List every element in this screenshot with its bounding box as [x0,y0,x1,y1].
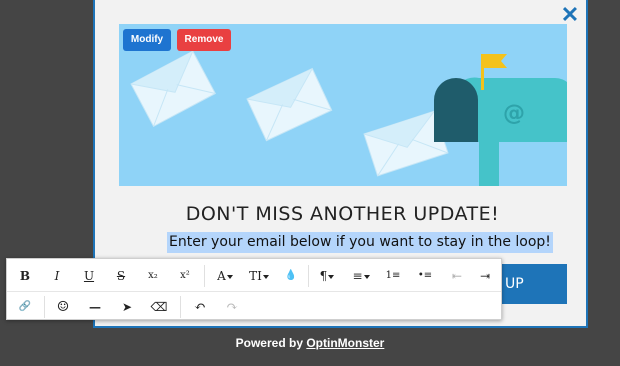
align-glyph: ≡ [352,269,363,283]
horizontal-line-icon[interactable]: — [82,295,108,319]
toolbar-row-1: B I U S x₂ x² A TI 💧 ¶ ≡ 1≡ •≡ ⇤ ⇥ [7,261,501,291]
signup-button[interactable]: UP [495,264,567,304]
toolbar-separator [308,265,309,287]
chevron-down-icon [363,274,370,279]
indent-icon[interactable]: ⇥ [472,264,498,288]
ordered-list-icon[interactable]: 1≡ [380,264,406,288]
chevron-down-icon [226,274,233,279]
toolbar-row-2: 🔗 ☺ — ➤ ⌫ ↶ ↷ [7,291,501,322]
superscript-button[interactable]: x² [172,264,198,288]
font-family-glyph: A [217,269,226,283]
underline-button[interactable]: U [76,264,102,288]
paragraph-format-dropdown[interactable]: ¶ [312,264,342,288]
envelope-icon [130,50,217,128]
close-icon[interactable]: ✕ [560,4,580,26]
paragraph-glyph: ¶ [319,269,328,283]
popup-headline[interactable]: DON'T MISS ANOTHER UPDATE! [95,203,590,225]
subscript-button[interactable]: x₂ [140,264,166,288]
unordered-list-icon[interactable]: •≡ [412,264,438,288]
modify-button[interactable]: Modify [123,29,171,51]
popup-subtext-selected[interactable]: Enter your email below if you want to st… [167,232,553,253]
text-editor-toolbar: B I U S x₂ x² A TI 💧 ¶ ≡ 1≡ •≡ ⇤ ⇥ 🔗 ☺ —… [6,258,502,320]
text-color-icon[interactable]: 💧 [278,264,304,288]
chevron-down-icon [262,274,269,279]
font-family-dropdown[interactable]: A [210,264,240,288]
powered-by-footer: Powered by OptinMonster [0,336,620,350]
bold-button[interactable]: B [12,264,38,288]
align-dropdown[interactable]: ≡ [346,264,376,288]
redo-icon[interactable]: ↷ [219,295,245,319]
mailbox-icon: @ [434,54,567,186]
remove-button[interactable]: Remove [177,29,231,51]
toolbar-separator [44,296,45,318]
strikethrough-button[interactable]: S [108,264,134,288]
emoticon-icon[interactable]: ☺ [50,295,76,319]
undo-icon[interactable]: ↶ [187,295,213,319]
select-all-icon[interactable]: ➤ [114,295,140,319]
envelope-icon [246,67,333,142]
italic-button[interactable]: I [44,264,70,288]
font-size-dropdown[interactable]: TI [244,264,274,288]
chevron-down-icon [328,274,335,279]
powered-by-prefix: Powered by [235,336,303,350]
optinmonster-link[interactable]: OptinMonster [306,336,384,350]
outdent-icon[interactable]: ⇤ [444,264,470,288]
link-icon[interactable]: 🔗 [12,295,38,319]
hero-image: @ Modify Remove [119,24,567,186]
font-size-glyph: TI [249,269,262,283]
clear-format-icon[interactable]: ⌫ [146,295,172,319]
svg-text:@: @ [503,101,525,126]
toolbar-separator [204,265,205,287]
toolbar-separator [180,296,181,318]
